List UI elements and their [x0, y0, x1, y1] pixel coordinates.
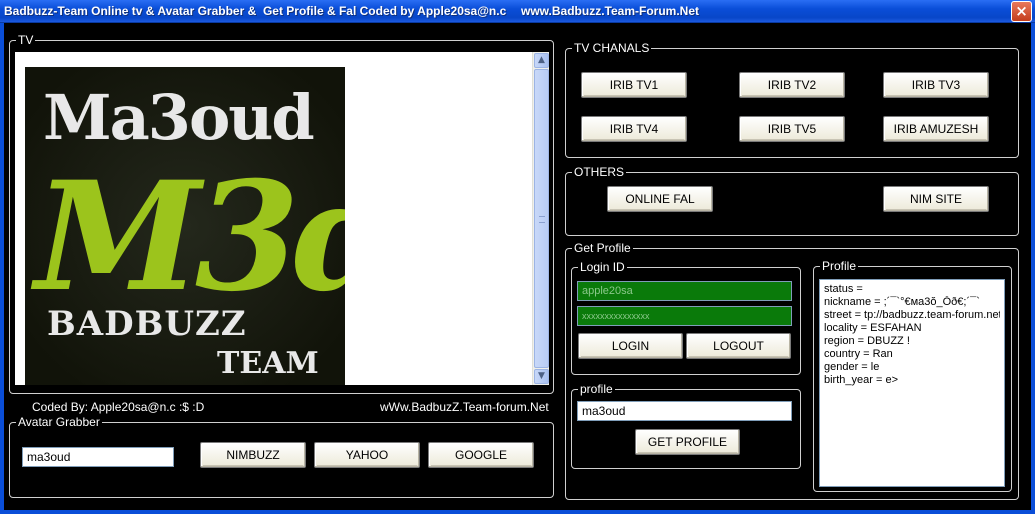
yahoo-button[interactable]: YAHOO [314, 442, 420, 468]
tv-legend: TV [16, 33, 36, 47]
window-title: Badbuzz-Team Online tv & Avatar Grabber … [4, 4, 507, 18]
close-icon[interactable]: × [1011, 1, 1032, 22]
irib-tv4-button[interactable]: IRIB TV4 [581, 116, 687, 142]
badbuzz-logo-image: Ma3oud M3d BADBUZZ TEAM [25, 67, 345, 385]
irib-amuzesh-button[interactable]: IRIB AMUZESH [883, 116, 989, 142]
login-button[interactable]: LOGIN [578, 333, 683, 359]
online-fal-button[interactable]: ONLINE FAL [607, 186, 713, 212]
tv-scrollbar[interactable]: ▲ ▼ [532, 52, 549, 385]
logo-line1: Ma3oud [43, 81, 313, 154]
profile-line-birth-year: birth_year = e> [824, 374, 898, 386]
coded-by-label: Coded By: Apple20sa@n.c :$ :D [32, 400, 205, 414]
profile-line-locality: locality = ESFAHAN [824, 322, 922, 334]
profile-line-street: street = tp://badbuzz.team-forum.net [824, 309, 1000, 321]
scroll-thumb[interactable] [534, 69, 549, 368]
irib-tv1-button[interactable]: IRIB TV1 [581, 72, 687, 98]
username-field[interactable]: apple20sa [577, 281, 792, 301]
profile-line-region: region = DBUZZ ! [824, 335, 910, 347]
avatar-search-input[interactable]: ma3oud [22, 447, 174, 467]
password-field[interactable]: xxxxxxxxxxxxxxx [577, 306, 792, 326]
logo-art: Ma3oud M3d BADBUZZ TEAM [25, 67, 345, 385]
nim-site-button[interactable]: NIM SITE [883, 186, 989, 212]
logo-line4: TEAM [217, 346, 319, 381]
profile-output-text[interactable]: status = nickname = ;´¯`°€ма3ŏ_Ŏð€;´¯` s… [819, 279, 1005, 487]
profile-line-status: status = [824, 283, 863, 295]
profile-id-input[interactable]: ma3oud [577, 401, 792, 421]
irib-tv5-button[interactable]: IRIB TV5 [739, 116, 845, 142]
get-profile-button[interactable]: GET PROFILE [635, 429, 740, 455]
credits-site-label: wWw.BadbuzZ.Team-forum.Net [380, 400, 549, 414]
logout-button[interactable]: LOGOUT [686, 333, 791, 359]
nimbuzz-button[interactable]: NIMBUZZ [200, 442, 306, 468]
others-legend: OTHERS [572, 165, 627, 179]
irib-tv2-button[interactable]: IRIB TV2 [739, 72, 845, 98]
scroll-up-icon[interactable]: ▲ [534, 53, 549, 68]
window-title-site: www.Badbuzz.Team-Forum.Net [521, 4, 700, 18]
title-bar: Badbuzz-Team Online tv & Avatar Grabber … [0, 0, 1035, 23]
tv-channels-legend: TV CHANALS [572, 41, 652, 55]
profile-line-gender: gender = le [824, 361, 880, 373]
profile-output-legend: Profile [820, 259, 859, 273]
scroll-grip-icon [539, 216, 545, 223]
scroll-down-icon[interactable]: ▼ [534, 369, 549, 384]
profile-line-country: country = Ran [824, 348, 893, 360]
logo-line2: M3d [30, 149, 345, 325]
profile-line-nickname: nickname = ;´¯`°€ма3ŏ_Ŏð€;´¯` [824, 296, 980, 308]
get-profile-legend: Get Profile [572, 241, 633, 255]
avatar-grabber-legend: Avatar Grabber [16, 415, 102, 429]
login-id-legend: Login ID [578, 260, 627, 274]
irib-tv3-button[interactable]: IRIB TV3 [883, 72, 989, 98]
logo-line3: BADBUZZ [47, 304, 247, 344]
tv-screen[interactable]: Ma3oud M3d BADBUZZ TEAM ▲ ▼ [15, 52, 549, 385]
google-search-button[interactable]: GOOGLE SEARCH [428, 442, 534, 486]
profile-search-legend: profile [578, 382, 615, 396]
